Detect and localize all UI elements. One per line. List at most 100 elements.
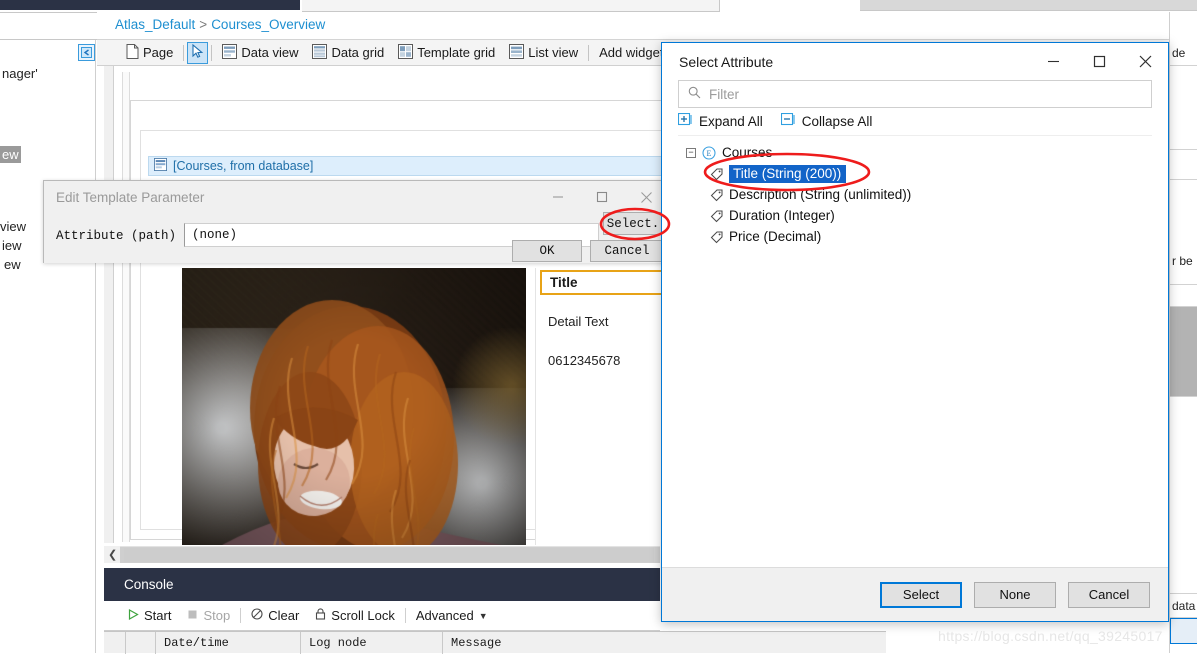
- sa-cancel-button[interactable]: Cancel: [1068, 582, 1150, 608]
- tree-node-courses-label: Courses: [722, 145, 772, 160]
- title-field[interactable]: Title: [540, 270, 665, 295]
- toolbar-item-list-view[interactable]: List view: [502, 42, 585, 64]
- right-row-scrollbar[interactable]: [1170, 307, 1197, 397]
- sa-collapse-all-button[interactable]: Collapse All: [781, 113, 873, 130]
- left-clipped-text-3[interactable]: iew: [2, 238, 22, 253]
- play-icon: [128, 608, 139, 623]
- console-start-button[interactable]: Start: [120, 608, 179, 623]
- attribute-tree[interactable]: − E Courses Title (String (200)) Descrip…: [678, 135, 1152, 557]
- attribute-icon: [710, 209, 724, 223]
- etp-maximize-button[interactable]: [580, 182, 624, 212]
- detail-text-label[interactable]: Detail Text: [548, 314, 608, 329]
- console-clear-button[interactable]: Clear: [243, 608, 307, 623]
- toolbar-item-page[interactable]: Page: [119, 42, 180, 64]
- svg-text:E: E: [707, 149, 712, 158]
- tree-node-title[interactable]: Title (String (200)): [678, 163, 1152, 184]
- left-clipped-text-4[interactable]: ew: [4, 257, 21, 272]
- etp-ok-button[interactable]: OK: [512, 240, 582, 262]
- console-advanced-label: Advanced: [416, 608, 474, 623]
- attribute-icon: [710, 167, 724, 181]
- console-stop-button: Stop: [179, 608, 238, 623]
- console-header: Console: [104, 568, 660, 601]
- sa-none-label: None: [999, 587, 1030, 602]
- canvas-hscrollbar[interactable]: ❮: [104, 546, 660, 563]
- detail-column: [535, 268, 667, 545]
- scroll-thumb[interactable]: [124, 548, 654, 562]
- left-panel-column: [0, 40, 96, 653]
- console-col-lognode[interactable]: Log node: [301, 632, 443, 654]
- data-view-icon: [222, 44, 237, 62]
- etp-select-button[interactable]: Select.: [603, 212, 663, 235]
- console-col-message[interactable]: Message: [443, 632, 886, 654]
- template-grid-icon: [398, 44, 413, 62]
- left-clipped-text-2[interactable]: view: [0, 219, 26, 234]
- breadcrumb: Atlas_Default>Courses_Overview: [115, 17, 325, 32]
- console-stop-label: Stop: [203, 608, 230, 623]
- select-attribute-dialog[interactable]: Select Attribute Filter Expand All: [661, 42, 1169, 622]
- tree-node-courses[interactable]: − E Courses: [678, 142, 1152, 163]
- sa-none-button[interactable]: None: [974, 582, 1056, 608]
- sa-select-button[interactable]: Select: [880, 582, 962, 608]
- entity-icon: E: [702, 146, 716, 160]
- breadcrumb-root[interactable]: Atlas_Default: [115, 17, 195, 32]
- search-icon: [688, 86, 701, 102]
- sa-cancel-label: Cancel: [1089, 587, 1129, 602]
- collapse-expander-icon[interactable]: −: [686, 148, 696, 158]
- sa-minimize-button[interactable]: [1030, 44, 1076, 80]
- console-scroll-lock-button[interactable]: Scroll Lock: [307, 608, 403, 623]
- sa-maximize-button[interactable]: [1076, 44, 1122, 80]
- tree-node-price-label: Price (Decimal): [729, 229, 821, 244]
- attribute-icon: [710, 188, 724, 202]
- etp-minimize-button[interactable]: [536, 182, 580, 212]
- data-view-label: [Courses, from database]: [173, 159, 313, 173]
- toolbar-item-data-grid[interactable]: Data grid: [305, 42, 391, 64]
- watermark: https://blog.csdn.net/qq_39245017: [938, 628, 1163, 644]
- sa-titlebar: Select Attribute: [662, 43, 1168, 80]
- sa-select-label: Select: [903, 587, 939, 602]
- scroll-left-track[interactable]: ❮: [104, 546, 120, 563]
- console-advanced-button[interactable]: Advanced ▼: [408, 608, 496, 623]
- right-panel: de r be data: [1169, 12, 1197, 653]
- right-row-c: [1170, 150, 1197, 180]
- toolbar-item-data-view[interactable]: Data view: [215, 42, 305, 64]
- tree-node-price[interactable]: Price (Decimal): [678, 226, 1152, 247]
- right-clipped-text-1: r be: [1170, 237, 1197, 285]
- etp-titlebar: Edit Template Parameter: [44, 181, 668, 213]
- detail-number-label[interactable]: 0612345678: [548, 353, 620, 368]
- left-clipped-text-1[interactable]: ew: [0, 146, 21, 163]
- console-log-grid-header: Date/time Log node Message: [104, 631, 886, 653]
- etp-cancel-label: Cancel: [604, 244, 649, 258]
- attribute-icon: [710, 230, 724, 244]
- sa-close-button[interactable]: [1122, 44, 1168, 80]
- etp-select-label: Select.: [607, 217, 660, 231]
- toolbar-item-template-grid[interactable]: Template grid: [391, 42, 502, 64]
- toolbar-label-data-grid: Data grid: [331, 45, 384, 60]
- sa-collapse-all-label: Collapse All: [802, 114, 873, 129]
- sa-expand-all-button[interactable]: Expand All: [678, 113, 763, 130]
- console-start-label: Start: [144, 608, 171, 623]
- right-row-b: [1170, 120, 1197, 150]
- collapse-panel-icon[interactable]: [78, 44, 95, 61]
- canvas-gutter-inner: [122, 72, 130, 542]
- editor-tab-row-secondary: [860, 0, 1197, 11]
- console-title: Console: [124, 577, 174, 592]
- data-view-small-icon: [154, 158, 167, 174]
- data-view-header[interactable]: [Courses, from database]: [148, 156, 667, 176]
- toolbar-label-page: Page: [143, 45, 173, 60]
- sa-expand-all-label: Expand All: [699, 114, 763, 129]
- console-col-datetime[interactable]: Date/time: [156, 632, 301, 654]
- etp-attribute-value: (none): [192, 228, 237, 242]
- etp-ok-label: OK: [539, 244, 554, 258]
- sa-filter-input[interactable]: Filter: [678, 80, 1152, 108]
- toolbar-label-template-grid: Template grid: [417, 45, 495, 60]
- title-field-label: Title: [550, 275, 578, 290]
- tree-node-duration[interactable]: Duration (Integer): [678, 205, 1152, 226]
- toolbar-item-cursor[interactable]: [187, 42, 208, 64]
- breadcrumb-page[interactable]: Courses_Overview: [211, 17, 325, 32]
- left-clipped-text-0: nager': [2, 66, 38, 81]
- etp-cancel-button[interactable]: Cancel: [590, 240, 664, 262]
- sa-title: Select Attribute: [662, 54, 1030, 70]
- right-row-f[interactable]: [1170, 618, 1197, 644]
- tree-node-description[interactable]: Description (String (unlimited)): [678, 184, 1152, 205]
- etp-attribute-label: Attribute (path): [56, 229, 176, 243]
